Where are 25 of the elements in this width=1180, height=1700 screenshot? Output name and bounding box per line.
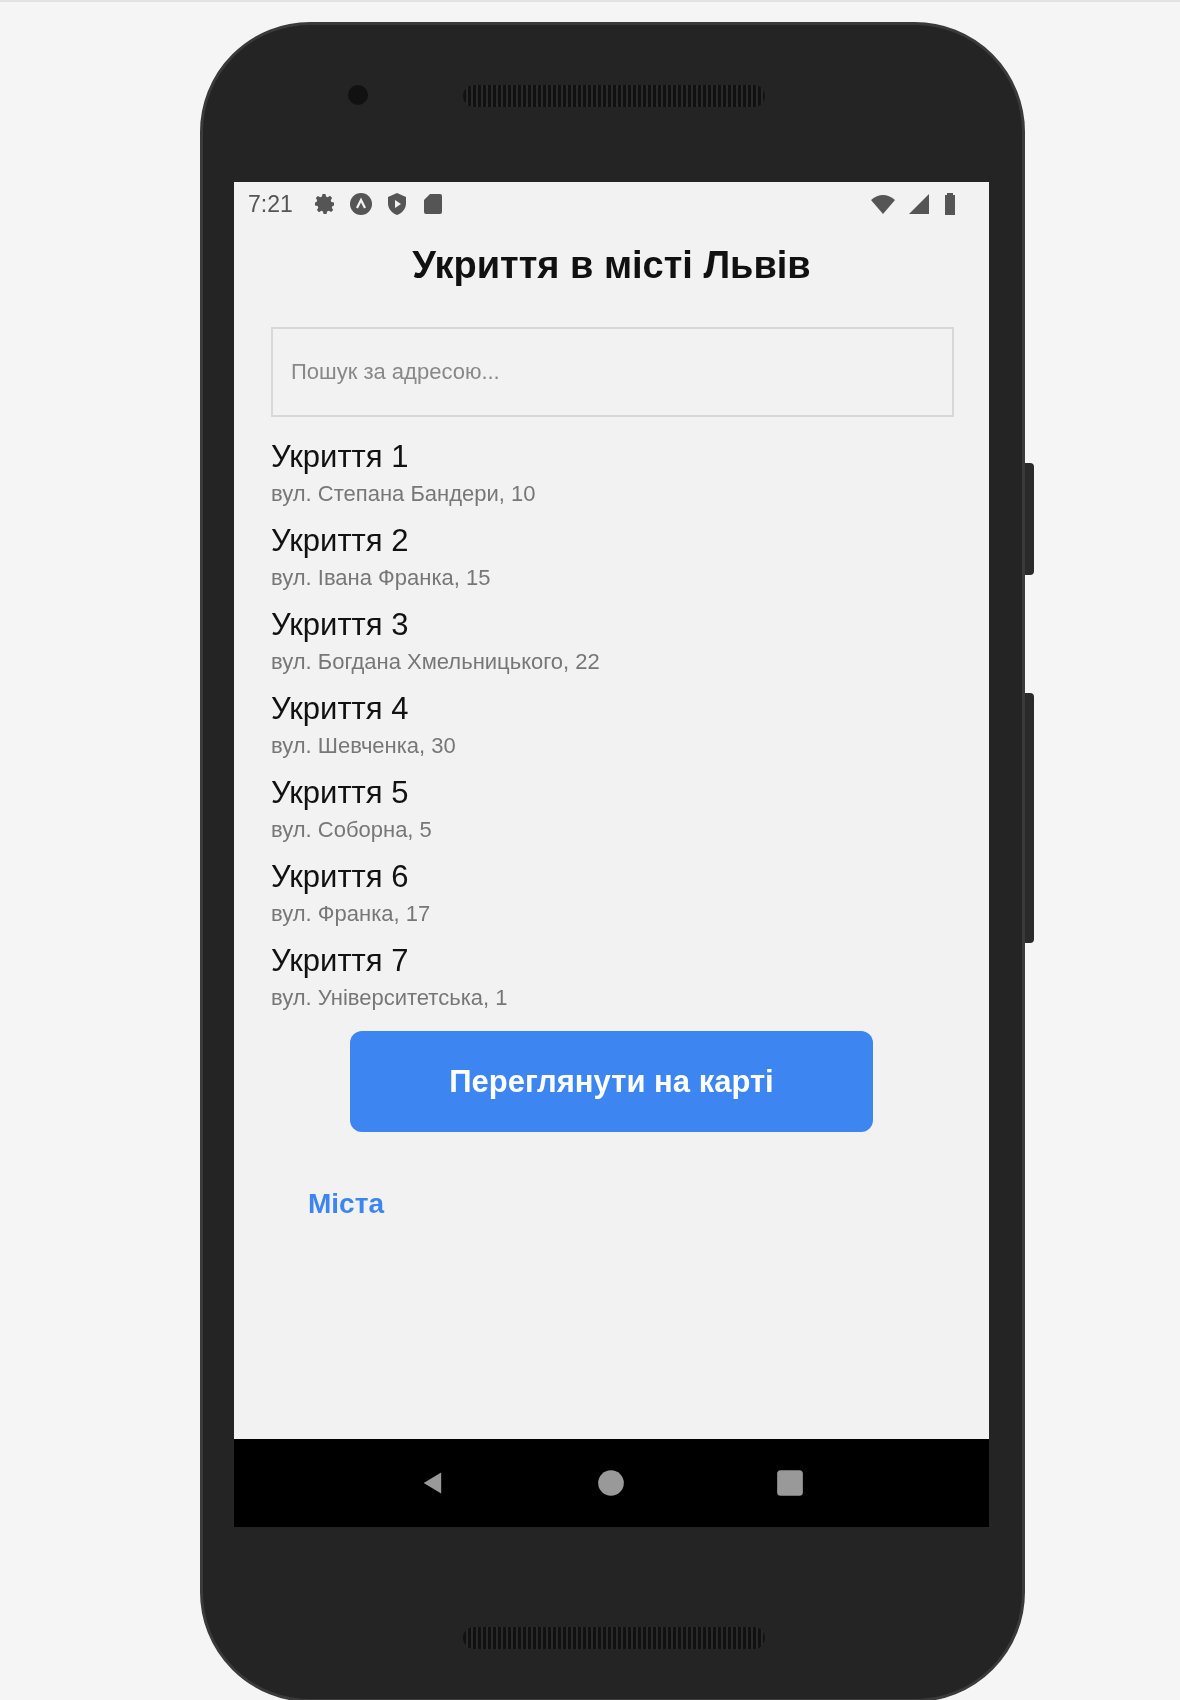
status-time: 7:21	[248, 190, 293, 218]
shelter-address: вул. Степана Бандери, 10	[271, 481, 537, 507]
shelter-address: вул. Університетська, 1	[271, 985, 509, 1011]
shelter-name[interactable]: Укриття 7	[271, 943, 989, 979]
shelter-address: вул. Богдана Хмельницького, 22	[271, 649, 601, 675]
signal-icon	[907, 192, 931, 216]
shelter-name[interactable]: Укриття 2	[271, 523, 989, 559]
shelter-name[interactable]: Укриття 1	[271, 439, 989, 475]
shelter-name[interactable]: Укриття 3	[271, 607, 989, 643]
shelter-name[interactable]: Укриття 5	[271, 775, 989, 811]
gear-icon	[312, 192, 337, 216]
shelter-name[interactable]: Укриття 4	[271, 691, 989, 727]
shelter-name[interactable]: Укриття 6	[271, 859, 989, 895]
shelter-address: вул. Івана Франка, 15	[271, 565, 492, 591]
battery-icon	[943, 192, 957, 216]
wifi-icon	[871, 192, 895, 216]
home-icon[interactable]	[597, 1469, 626, 1497]
search-field[interactable]: Пошук за адресою...	[271, 327, 954, 417]
shelter-address: вул. Шевченка, 30	[271, 733, 457, 759]
recents-icon[interactable]	[775, 1469, 804, 1497]
view-map-button[interactable]: Переглянути на карті	[350, 1031, 873, 1132]
shelter-address: вул. Соборна, 5	[271, 817, 433, 843]
screen-title: Укриття в місті Львів	[411, 244, 812, 287]
shelter-address: вул. Франка, 17	[271, 901, 432, 927]
circle-caret-icon	[348, 192, 373, 216]
